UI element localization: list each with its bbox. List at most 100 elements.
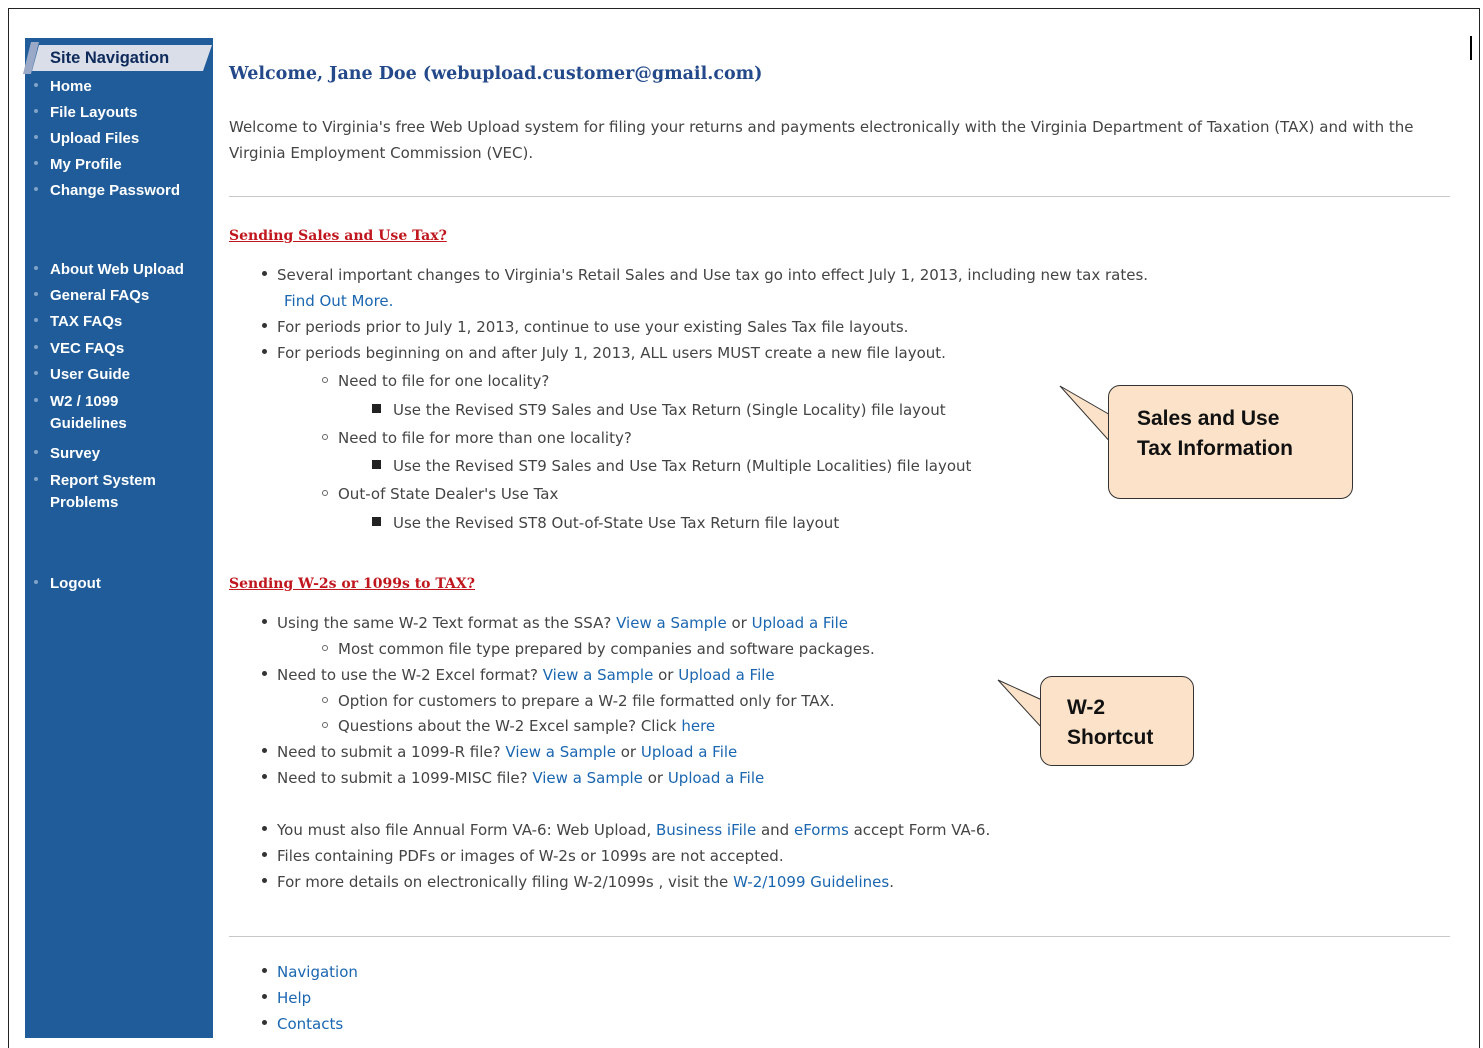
welcome-heading: Welcome, Jane Doe (webupload.customer@gm… [229, 64, 763, 84]
find-out-more-link[interactable]: Find Out More. [284, 291, 393, 311]
list-item: Need to file for more than one locality? [322, 428, 632, 448]
bullet-icon [34, 187, 38, 192]
list-item: Option for customers to prepare a W-2 fi… [322, 691, 835, 711]
list-item: Files containing PDFs or images of W-2s … [262, 846, 784, 866]
callout-text: W-2 [1067, 696, 1106, 719]
sidebar-item-change-password[interactable]: Change Password [34, 182, 180, 200]
footer-item-contacts[interactable]: Contacts [262, 1014, 343, 1034]
bullet-icon [262, 349, 267, 354]
square-bullet-icon [372, 517, 381, 526]
upload-file-link[interactable]: Upload a File [678, 666, 774, 684]
sidebar-item-w2-1099-guidelines[interactable]: W2 / 1099 Guidelines [34, 393, 127, 437]
list-item: Need to submit a 1099-MISC file? View a … [262, 768, 764, 788]
sidebar-item-tax-faqs[interactable]: TAX FAQs [34, 313, 122, 331]
callout-text: Shortcut [1067, 726, 1154, 749]
bullet-icon [34, 371, 38, 376]
list-item: Using the same W-2 Text format as the SS… [262, 613, 848, 633]
w2-heading[interactable]: Sending W-2s or 1099s to TAX? [229, 576, 475, 592]
list-item: Need to use the W-2 Excel format? View a… [262, 665, 775, 685]
upload-file-link[interactable]: Upload a File [668, 769, 764, 787]
list-item: Most common file type prepared by compan… [322, 639, 875, 659]
bullet-icon [262, 271, 267, 276]
sidebar-title: Site Navigation [32, 45, 212, 71]
divider [229, 936, 1450, 937]
list-item: Use the Revised ST8 Out-of-State Use Tax… [372, 513, 839, 533]
list-item: Several important changes to Virginia's … [262, 265, 1148, 285]
bullet-icon [262, 671, 267, 676]
bullet-icon [262, 994, 267, 999]
bullet-icon [322, 433, 328, 440]
view-sample-link[interactable]: View a Sample [543, 666, 654, 684]
upload-file-link[interactable]: Upload a File [641, 743, 737, 761]
sidebar-item-about-web-upload[interactable]: About Web Upload [34, 261, 184, 279]
view-sample-link[interactable]: View a Sample [532, 769, 643, 787]
bullet-icon [34, 345, 38, 350]
list-item: For periods prior to July 1, 2013, conti… [262, 317, 908, 337]
sidebar-item-my-profile[interactable]: My Profile [34, 156, 122, 174]
sales-tax-heading[interactable]: Sending Sales and Use Tax? [229, 228, 447, 244]
callout-text: Tax Information [1137, 437, 1293, 460]
sidebar-item-report-system-problems[interactable]: Report System Problems [34, 472, 156, 516]
sales-callout: Sales and Use Tax Information [1108, 385, 1353, 499]
list-item: For more details on electronically filin… [262, 872, 894, 892]
sidebar-item-survey[interactable]: Survey [34, 445, 100, 463]
footer-item-help[interactable]: Help [262, 988, 311, 1008]
bullet-icon [34, 450, 38, 455]
view-sample-link[interactable]: View a Sample [616, 614, 727, 632]
sidebar-item-home[interactable]: Home [34, 78, 92, 96]
business-ifile-link[interactable]: Business iFile [656, 821, 756, 839]
bullet-icon [34, 398, 38, 403]
sidebar-item-general-faqs[interactable]: General FAQs [34, 287, 149, 305]
bullet-icon [34, 292, 38, 297]
list-item: Use the Revised ST9 Sales and Use Tax Re… [372, 456, 971, 476]
list-item: You must also file Annual Form VA-6: Web… [262, 820, 990, 840]
bullet-icon [262, 774, 267, 779]
footer-item-navigation[interactable]: Navigation [262, 962, 358, 982]
list-item: Need to file for one locality? [322, 371, 549, 391]
bullet-icon [34, 580, 38, 585]
bullet-icon [34, 161, 38, 166]
sidebar-item-vec-faqs[interactable]: VEC FAQs [34, 340, 124, 358]
list-item: For periods beginning on and after July … [262, 343, 946, 363]
frame-corner-mark [1470, 36, 1472, 60]
sidebar-item-file-layouts[interactable]: File Layouts [34, 104, 138, 122]
bullet-icon [34, 477, 38, 482]
view-sample-link[interactable]: View a Sample [505, 743, 616, 761]
bullet-icon [322, 376, 328, 383]
w2-callout-tail [997, 679, 1044, 730]
bullet-icon [322, 721, 328, 728]
upload-file-link[interactable]: Upload a File [752, 614, 848, 632]
bullet-icon [34, 266, 38, 271]
bullet-icon [34, 318, 38, 323]
bullet-icon [322, 644, 328, 651]
bullet-icon [262, 968, 267, 973]
w2-1099-guidelines-link[interactable]: W-2/1099 Guidelines [733, 873, 889, 891]
bullet-icon [262, 323, 267, 328]
list-item: Use the Revised ST9 Sales and Use Tax Re… [372, 400, 946, 420]
callout-text: Sales and Use [1137, 407, 1280, 430]
list-item: Out-of State Dealer's Use Tax [322, 484, 558, 504]
bullet-icon [262, 878, 267, 883]
list-item: Questions about the W-2 Excel sample? Cl… [322, 716, 715, 736]
bullet-icon [262, 852, 267, 857]
sidebar-item-user-guide[interactable]: User Guide [34, 366, 130, 384]
here-link[interactable]: here [681, 717, 715, 735]
eforms-link[interactable]: eForms [794, 821, 849, 839]
bullet-icon [322, 696, 328, 703]
divider [229, 196, 1450, 197]
bullet-icon [262, 826, 267, 831]
bullet-icon [262, 1020, 267, 1025]
sidebar-item-logout[interactable]: Logout [34, 575, 101, 593]
bullet-icon [34, 135, 38, 140]
list-item: Need to submit a 1099-R file? View a Sam… [262, 742, 737, 762]
intro-paragraph: Welcome to Virginia's free Web Upload sy… [229, 118, 1414, 162]
bullet-icon [34, 109, 38, 114]
square-bullet-icon [372, 404, 381, 413]
bullet-icon [262, 619, 267, 624]
square-bullet-icon [372, 460, 381, 469]
bullet-icon [262, 748, 267, 753]
bullet-icon [34, 83, 38, 88]
sidebar-item-upload-files[interactable]: Upload Files [34, 130, 139, 148]
bullet-icon [322, 489, 328, 496]
w2-callout: W-2 Shortcut [1040, 676, 1194, 766]
